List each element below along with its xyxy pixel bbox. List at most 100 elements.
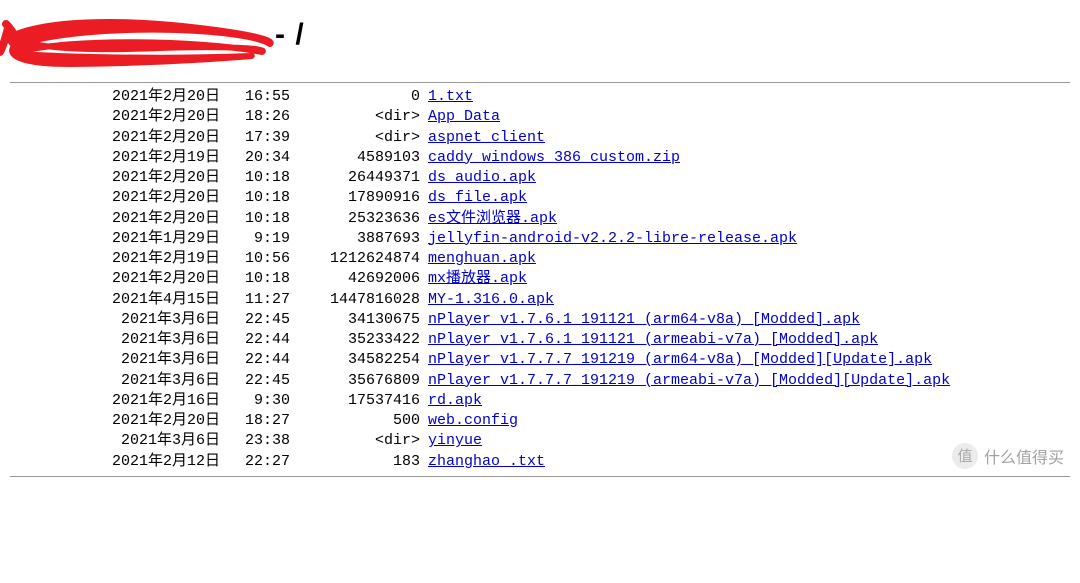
file-date: 2021年2月20日 bbox=[10, 209, 220, 229]
file-name-cell: ds audio.apk bbox=[420, 168, 536, 188]
file-link[interactable]: jellyfin-android-v2.2.2-libre-release.ap… bbox=[428, 230, 797, 247]
file-link[interactable]: mx播放器.apk bbox=[428, 270, 527, 287]
file-size: 17537416 bbox=[290, 391, 420, 411]
file-size: <dir> bbox=[290, 107, 420, 127]
file-date: 2021年3月6日 bbox=[10, 310, 220, 330]
file-time: 9:30 bbox=[220, 391, 290, 411]
file-date: 2021年2月20日 bbox=[10, 107, 220, 127]
file-size: 1447816028 bbox=[290, 290, 420, 310]
file-size: <dir> bbox=[290, 128, 420, 148]
file-date: 2021年3月6日 bbox=[10, 371, 220, 391]
file-date: 2021年1月29日 bbox=[10, 229, 220, 249]
file-name-cell: nPlayer v1.7.7.7_191219 (armeabi-v7a) [M… bbox=[420, 371, 950, 391]
file-date: 2021年2月20日 bbox=[10, 411, 220, 431]
file-name-cell: jellyfin-android-v2.2.2-libre-release.ap… bbox=[420, 229, 797, 249]
file-row: 2021年3月6日22:4535676809nPlayer v1.7.7.7_1… bbox=[10, 371, 1080, 391]
file-date: 2021年3月6日 bbox=[10, 350, 220, 370]
file-date: 2021年4月15日 bbox=[10, 290, 220, 310]
file-size: 17890916 bbox=[290, 188, 420, 208]
file-time: 22:44 bbox=[220, 350, 290, 370]
file-name-cell: rd.apk bbox=[420, 391, 482, 411]
file-row: 2021年4月15日11:271447816028 MY-1.316.0.apk bbox=[10, 290, 1080, 310]
file-time: 9:19 bbox=[220, 229, 290, 249]
file-time: 18:26 bbox=[220, 107, 290, 127]
file-link[interactable]: ds audio.apk bbox=[428, 169, 536, 186]
file-name-cell: es文件浏览器.apk bbox=[420, 209, 557, 229]
file-row: 2021年2月16日9:3017537416 rd.apk bbox=[10, 391, 1080, 411]
file-size: 34582254 bbox=[290, 350, 420, 370]
file-date: 2021年2月19日 bbox=[10, 148, 220, 168]
file-time: 17:39 bbox=[220, 128, 290, 148]
file-size: 25323636 bbox=[290, 209, 420, 229]
file-time: 20:34 bbox=[220, 148, 290, 168]
file-name-cell: zhanghao .txt bbox=[420, 452, 545, 472]
file-link[interactable]: nPlayer v1.7.6.1_191121 (arm64-v8a) [Mod… bbox=[428, 311, 860, 328]
watermark-text: 什么值得买 bbox=[984, 444, 1064, 468]
file-row: 2021年2月20日18:27500 web.config bbox=[10, 411, 1080, 431]
file-row: 2021年3月6日22:4534130675nPlayer v1.7.6.1_1… bbox=[10, 310, 1080, 330]
file-row: 2021年3月6日22:4435233422 nPlayer v1.7.6.1_1… bbox=[10, 330, 1080, 350]
file-link[interactable]: zhanghao .txt bbox=[428, 453, 545, 470]
file-date: 2021年2月20日 bbox=[10, 128, 220, 148]
file-name-cell: web.config bbox=[420, 411, 518, 431]
file-name-cell: nPlayer v1.7.7.7_191219 (arm64-v8a) [Mod… bbox=[420, 350, 932, 370]
file-size: <dir> bbox=[290, 431, 420, 451]
file-date: 2021年2月20日 bbox=[10, 188, 220, 208]
file-name-cell: caddy_windows_386_custom.zip bbox=[420, 148, 680, 168]
file-link[interactable]: yinyue bbox=[428, 432, 482, 449]
file-time: 10:56 bbox=[220, 249, 290, 269]
file-date: 2021年3月6日 bbox=[10, 431, 220, 451]
file-size: 34130675 bbox=[290, 310, 420, 330]
directory-listing: 2021年2月20日16:5501.txt2021年2月20日18:26<dir… bbox=[0, 87, 1080, 472]
file-time: 10:18 bbox=[220, 188, 290, 208]
file-size: 183 bbox=[290, 452, 420, 472]
file-row: 2021年2月20日16:5501.txt bbox=[10, 87, 1080, 107]
file-size: 35233422 bbox=[290, 330, 420, 350]
file-row: 2021年2月20日10:1817890916 ds file.apk bbox=[10, 188, 1080, 208]
file-link[interactable]: web.config bbox=[428, 412, 518, 429]
file-size: 42692006 bbox=[290, 269, 420, 289]
file-size: 500 bbox=[290, 411, 420, 431]
file-link[interactable]: es文件浏览器.apk bbox=[428, 210, 557, 227]
bottom-divider bbox=[10, 476, 1070, 477]
file-link[interactable]: nPlayer v1.7.7.7_191219 (armeabi-v7a) [M… bbox=[428, 372, 950, 389]
file-row: 2021年2月19日20:344589103 caddy_windows_386_… bbox=[10, 148, 1080, 168]
file-date: 2021年2月12日 bbox=[10, 452, 220, 472]
file-date: 2021年2月20日 bbox=[10, 87, 220, 107]
file-date: 2021年2月16日 bbox=[10, 391, 220, 411]
file-link[interactable]: rd.apk bbox=[428, 392, 482, 409]
file-link[interactable]: MY-1.316.0.apk bbox=[428, 291, 554, 308]
file-size: 4589103 bbox=[290, 148, 420, 168]
file-link[interactable]: 1.txt bbox=[428, 88, 473, 105]
file-time: 11:27 bbox=[220, 290, 290, 310]
redaction-scribble bbox=[0, 8, 285, 78]
file-row: 2021年1月29日9:193887693 jellyfin-android-v2… bbox=[10, 229, 1080, 249]
file-name-cell: MY-1.316.0.apk bbox=[420, 290, 554, 310]
file-name-cell: aspnet_client bbox=[420, 128, 545, 148]
file-date: 2021年3月6日 bbox=[10, 330, 220, 350]
page-title-suffix: - / bbox=[275, 18, 305, 52]
file-time: 22:44 bbox=[220, 330, 290, 350]
file-date: 2021年2月20日 bbox=[10, 168, 220, 188]
file-size: 1212624874 bbox=[290, 249, 420, 269]
file-row: 2021年2月20日10:1826449371ds audio.apk bbox=[10, 168, 1080, 188]
file-link[interactable]: menghuan.apk bbox=[428, 250, 536, 267]
file-link[interactable]: aspnet_client bbox=[428, 129, 545, 146]
file-size: 26449371 bbox=[290, 168, 420, 188]
watermark: 值 什么值得买 bbox=[952, 443, 1064, 469]
file-link[interactable]: caddy_windows_386_custom.zip bbox=[428, 149, 680, 166]
file-time: 23:38 bbox=[220, 431, 290, 451]
file-date: 2021年2月19日 bbox=[10, 249, 220, 269]
file-link[interactable]: nPlayer v1.7.6.1_191121 (armeabi-v7a) [M… bbox=[428, 331, 878, 348]
file-name-cell: nPlayer v1.7.6.1_191121 (arm64-v8a) [Mod… bbox=[420, 310, 860, 330]
file-name-cell: mx播放器.apk bbox=[420, 269, 527, 289]
file-row: 2021年3月6日22:4434582254 nPlayer v1.7.7.7_1… bbox=[10, 350, 1080, 370]
file-name-cell: 1.txt bbox=[420, 87, 473, 107]
file-name-cell: ds file.apk bbox=[420, 188, 527, 208]
file-time: 18:27 bbox=[220, 411, 290, 431]
file-link[interactable]: ds file.apk bbox=[428, 189, 527, 206]
file-time: 10:18 bbox=[220, 209, 290, 229]
file-size: 3887693 bbox=[290, 229, 420, 249]
file-link[interactable]: nPlayer v1.7.7.7_191219 (arm64-v8a) [Mod… bbox=[428, 351, 932, 368]
file-link[interactable]: App_Data bbox=[428, 108, 500, 125]
